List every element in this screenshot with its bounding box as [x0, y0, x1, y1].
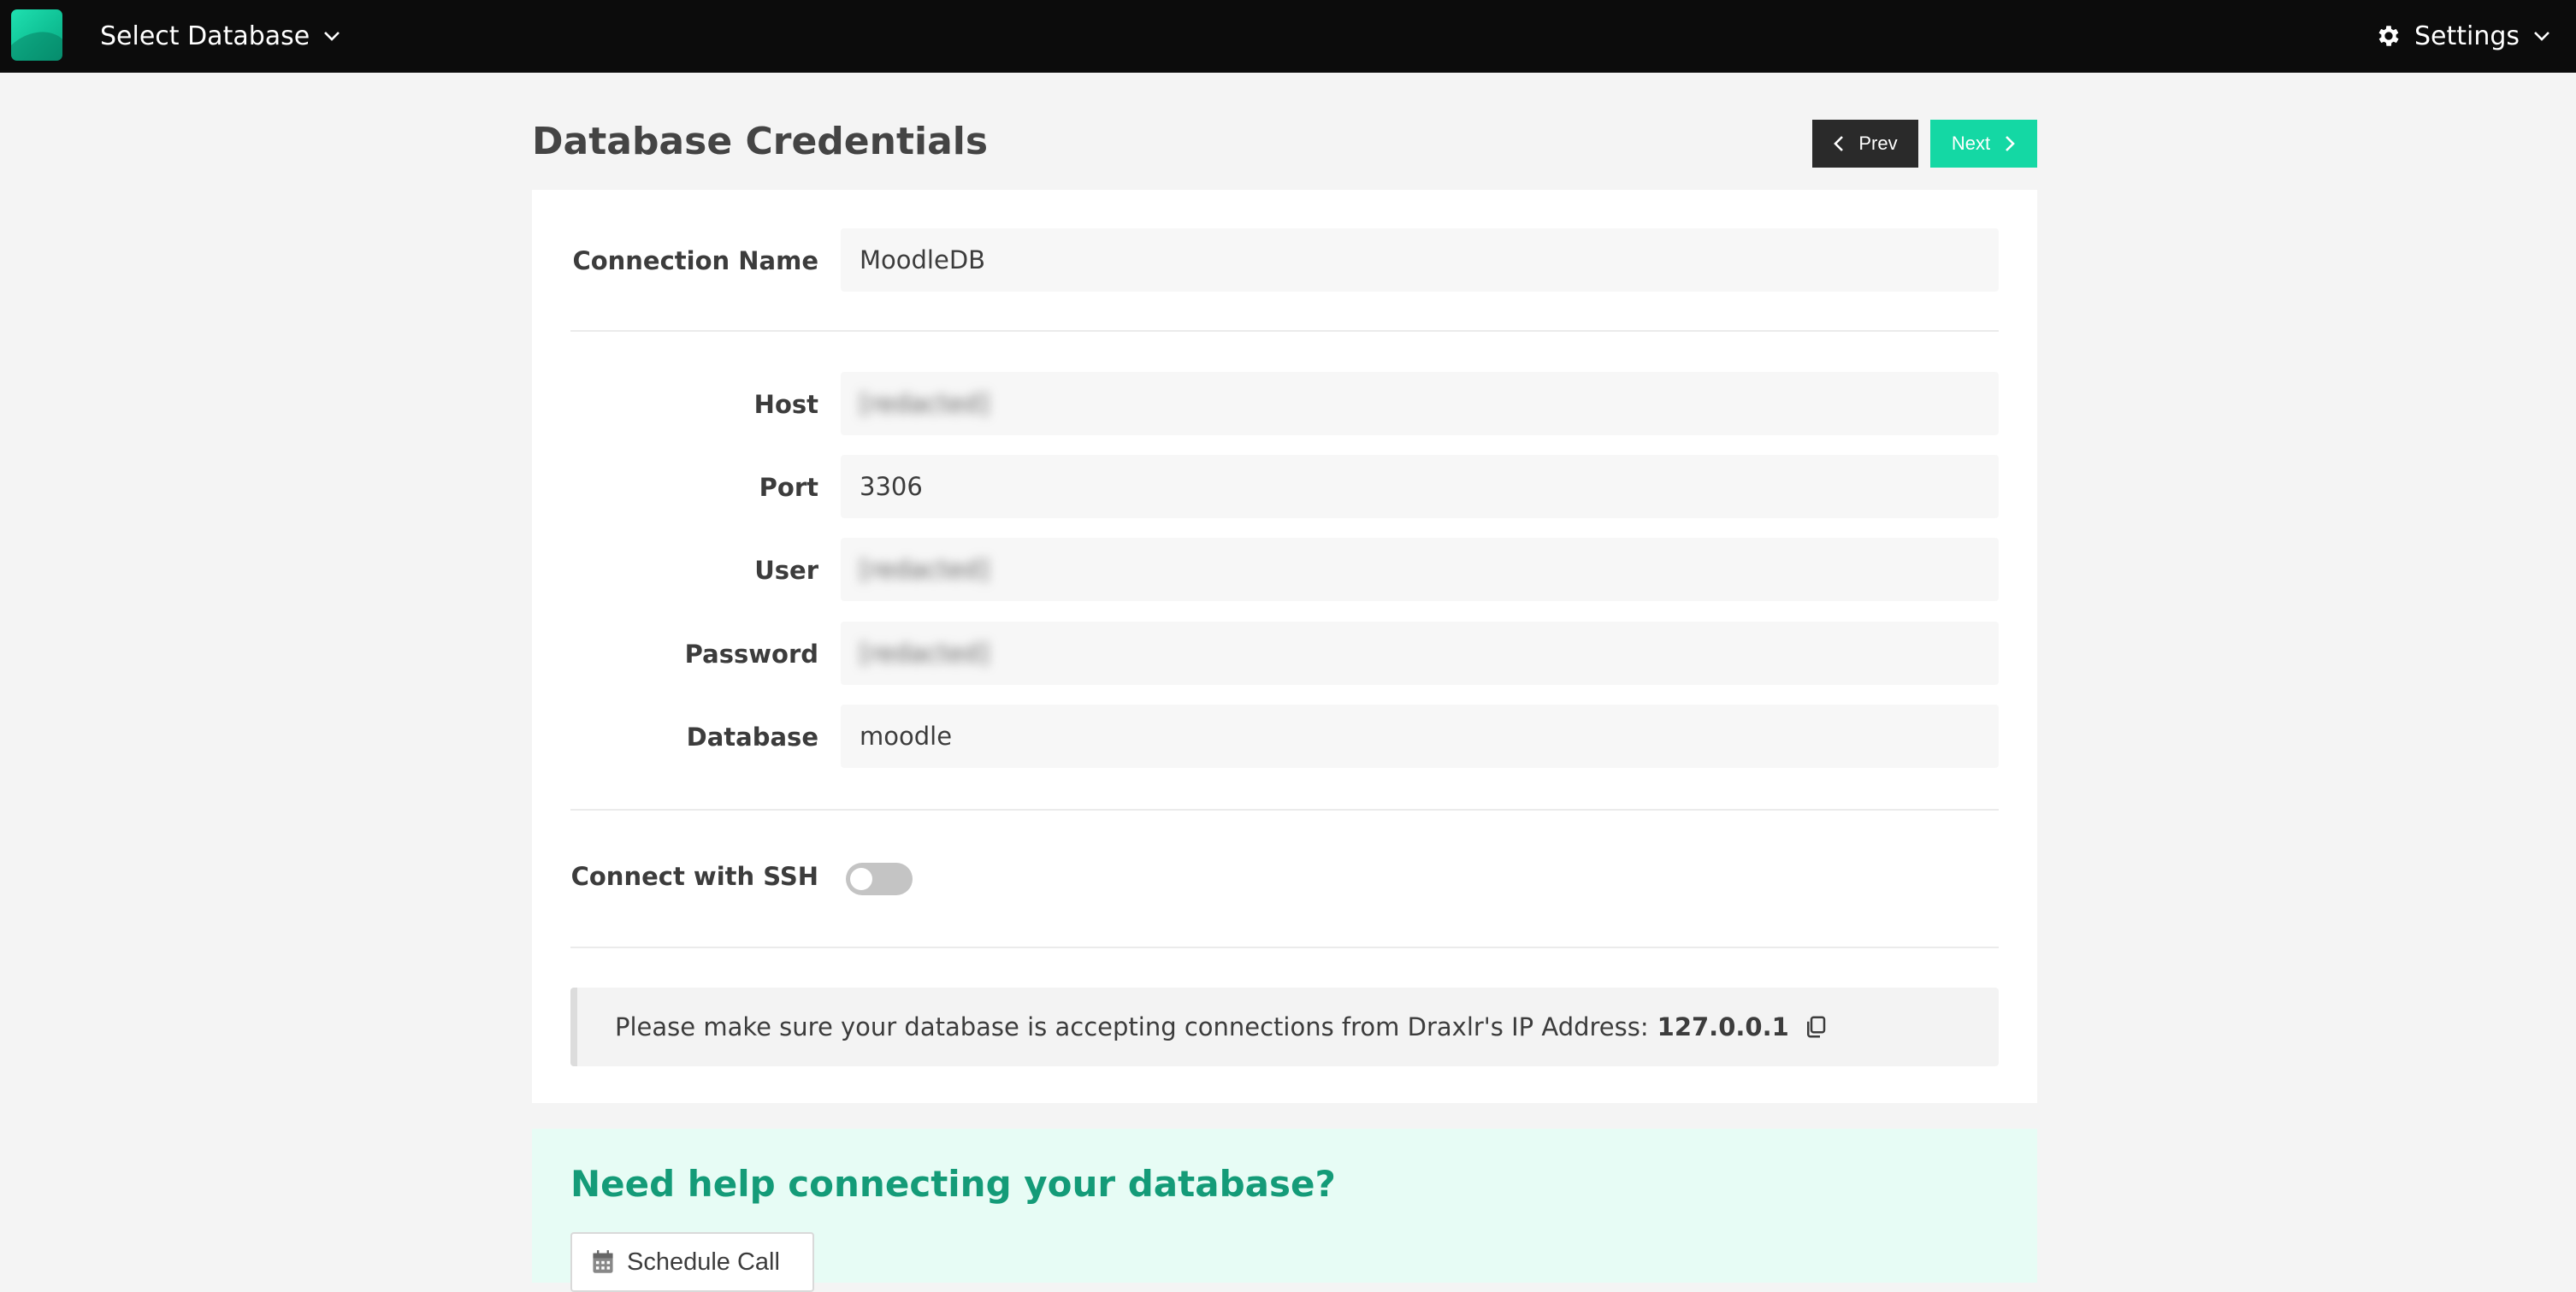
chevron-down-icon — [2534, 32, 2549, 41]
app-logo[interactable] — [11, 9, 62, 61]
calendar-icon — [593, 1250, 613, 1273]
host-label: Host — [753, 390, 818, 419]
database-input[interactable]: moodle — [841, 705, 1999, 768]
connection-name-label: Connection Name — [572, 246, 818, 275]
page-title: Database Credentials — [532, 120, 989, 163]
ssh-label: Connect with SSH — [570, 862, 818, 891]
database-label: Database — [686, 723, 818, 752]
port-input[interactable]: 3306 — [841, 455, 1999, 518]
help-panel: Need help connecting your database? Sche… — [532, 1129, 2037, 1292]
host-value: [redacted] — [860, 389, 990, 418]
divider — [570, 809, 1999, 811]
password-value: [redacted] — [860, 639, 990, 668]
connection-name-value: MoodleDB — [860, 245, 986, 274]
user-input[interactable]: [redacted] — [841, 538, 1999, 601]
next-button[interactable]: Next — [1930, 120, 2037, 168]
prev-button[interactable]: Prev — [1812, 120, 1918, 168]
password-label: Password — [684, 640, 818, 669]
chevron-right-icon — [2006, 136, 2015, 151]
chevron-left-icon — [1834, 136, 1844, 151]
port-label: Port — [759, 473, 818, 502]
next-button-label: Next — [1951, 133, 1991, 154]
settings-menu[interactable]: Settings — [2375, 15, 2552, 56]
user-value: [redacted] — [860, 555, 990, 584]
divider — [570, 947, 1999, 948]
schedule-call-label: Schedule Call — [627, 1248, 780, 1276]
connection-name-input[interactable]: MoodleDB — [841, 228, 1999, 292]
database-value: moodle — [860, 722, 953, 751]
help-title: Need help connecting your database? — [570, 1163, 1336, 1205]
chevron-down-icon — [324, 32, 340, 41]
host-input[interactable]: [redacted] — [841, 372, 1999, 435]
copy-icon[interactable] — [1803, 1014, 1829, 1040]
user-label: User — [754, 556, 818, 585]
port-value: 3306 — [860, 472, 923, 501]
prev-button-label: Prev — [1858, 133, 1898, 154]
settings-label: Settings — [2414, 21, 2520, 51]
divider — [570, 330, 1999, 332]
ip-notice-text: Please make sure your database is accept… — [615, 1012, 1649, 1041]
schedule-call-button[interactable]: Schedule Call — [570, 1232, 814, 1292]
gear-icon — [2378, 26, 2399, 46]
top-bar: Select Database Settings — [0, 0, 2576, 73]
database-selector-label: Select Database — [100, 21, 310, 51]
ip-address: 127.0.0.1 — [1657, 1012, 1789, 1041]
toggle-knob — [850, 868, 872, 890]
database-selector[interactable]: Select Database — [100, 15, 342, 56]
credentials-card: Connection Name MoodleDB Host [redacted]… — [532, 190, 2037, 1103]
password-input[interactable]: [redacted] — [841, 622, 1999, 685]
ssh-toggle[interactable] — [846, 863, 913, 895]
ip-notice: Please make sure your database is accept… — [570, 988, 1999, 1066]
